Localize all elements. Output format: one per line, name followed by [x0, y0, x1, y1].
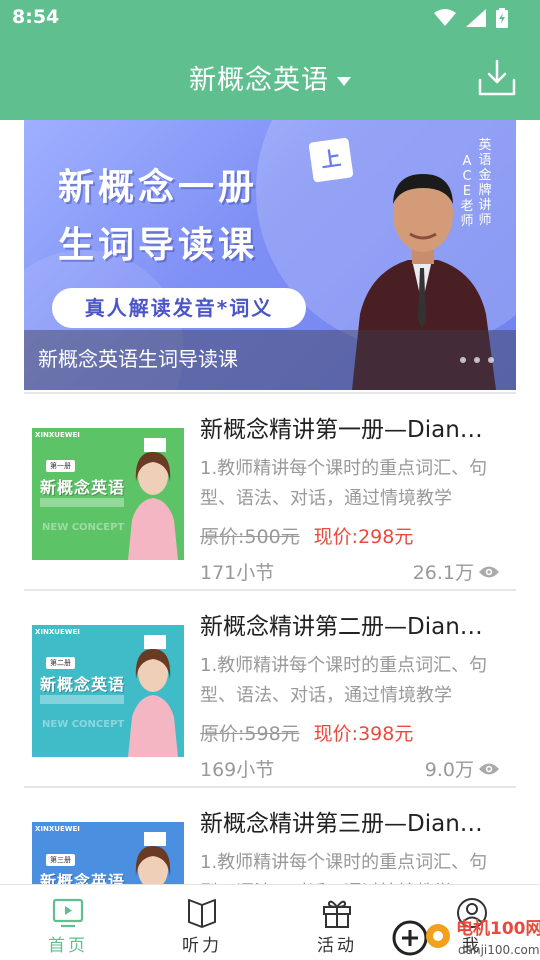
banner-subheadline: 生词导读课: [58, 225, 259, 266]
watermark-logo: 电机100网 danji100.com: [392, 918, 540, 957]
banner-carousel[interactable]: 新概念一册 生词导读课 上 真人解读发音*词义 英语金牌讲师 ACE老师 新概念…: [24, 120, 516, 390]
carousel-indicator: [460, 357, 494, 363]
thumb-subtitle-bar: [40, 695, 124, 704]
caret-down-icon: [337, 77, 351, 86]
course-description: 1.教师精讲每个课时的重点词汇、句型、语法、对话，通过情境教学: [200, 458, 488, 509]
course-title: 新概念精讲第三册—Diana老师: [200, 811, 496, 837]
tv-icon: [52, 898, 84, 928]
current-price: 现价:398元: [313, 723, 414, 745]
banner-pill: 真人解读发音*词义: [52, 288, 306, 328]
thumb-brand: XINXUEWEI: [35, 431, 80, 439]
download-icon[interactable]: [478, 58, 516, 98]
thumb-volume-chip: 第二册: [46, 657, 75, 669]
thumb-title: 新概念英语: [40, 675, 126, 694]
nav-label: 活动: [317, 936, 357, 956]
thumb-title: 新概念英语: [40, 478, 126, 497]
battery-icon: [496, 8, 508, 28]
teacher-photo: [128, 438, 178, 560]
title-dropdown[interactable]: 新概念英语: [0, 58, 540, 97]
course-prices: 原价:500元 现价:298元: [200, 522, 500, 552]
watermark-text: 电机100网: [456, 918, 540, 939]
gift-icon: [323, 900, 351, 928]
course-prices: 原价:598元 现价:398元: [200, 719, 500, 749]
system-icons: [434, 8, 508, 28]
status-time: 8:54: [12, 6, 60, 28]
view-count: 26.1万: [413, 558, 500, 585]
status-bar: 8:54: [0, 0, 540, 38]
course-thumbnail: XINXUEWEI 第二册 新概念英语 NEW CONCEPT: [32, 625, 184, 757]
nav-activity[interactable]: 活动: [287, 885, 387, 960]
eye-icon: [479, 763, 499, 774]
course-info: 新概念精讲第二册—Diana老师 1.教师精讲每个课时的重点词汇、句型、语法、对…: [200, 607, 500, 783]
course-meta: 171小节 26.1万: [200, 558, 500, 586]
course-meta: 169小节 9.0万: [200, 755, 500, 783]
thumb-volume-chip: 第三册: [46, 854, 75, 866]
nav-home[interactable]: 首页: [18, 885, 118, 960]
thumb-subtitle-bar: [40, 498, 124, 507]
course-title: 新概念精讲第二册—Diana老师: [200, 614, 496, 640]
current-price: 现价:298元: [313, 526, 414, 548]
course-list: XINXUEWEI 第一册 新概念英语 NEW CONCEPT 新概念精讲第一册…: [24, 392, 516, 960]
course-title: 新概念精讲第一册—Diana老师: [200, 417, 496, 443]
app-bar: 新概念英语: [0, 38, 540, 120]
original-price: 原价:500元: [200, 526, 300, 548]
banner-headline: 新概念一册: [58, 167, 259, 208]
thumb-brand: XINXUEWEI: [35, 628, 80, 636]
nav-label: 听力: [182, 936, 222, 956]
eye-icon: [479, 566, 499, 577]
lesson-count: 169小节: [200, 759, 275, 781]
course-card[interactable]: XINXUEWEI 第二册 新概念英语 NEW CONCEPT 新概念精讲第二册…: [24, 589, 516, 786]
wifi-icon: [434, 9, 456, 26]
view-count-value: 9.0万: [424, 759, 474, 781]
banner-caption: 新概念英语生词导读课: [38, 347, 238, 371]
page-title: 新概念英语: [189, 65, 329, 96]
book-icon: [188, 899, 216, 928]
view-count: 9.0万: [425, 755, 500, 782]
nav-listening[interactable]: 听力: [152, 885, 252, 960]
original-price: 原价:598元: [200, 723, 300, 745]
course-thumbnail: XINXUEWEI 第一册 新概念英语 NEW CONCEPT: [32, 428, 184, 560]
thumb-watermark: NEW CONCEPT: [42, 522, 125, 533]
thumb-watermark: NEW CONCEPT: [42, 719, 125, 730]
lesson-count: 171小节: [200, 562, 275, 584]
watermark-url: danji100.com: [458, 943, 540, 957]
course-info: 新概念精讲第一册—Diana老师 1.教师精讲每个课时的重点词汇、句型、语法、对…: [200, 410, 500, 586]
teacher-photo: [128, 635, 178, 757]
signal-icon: [466, 9, 486, 27]
course-description: 1.教师精讲每个课时的重点词汇、句型、语法、对话，通过情境教学: [200, 655, 488, 706]
thumb-volume-chip: 第一册: [46, 460, 75, 472]
view-count-value: 26.1万: [412, 562, 474, 584]
course-card[interactable]: XINXUEWEI 第一册 新概念英语 NEW CONCEPT 新概念精讲第一册…: [24, 392, 516, 589]
nav-label: 首页: [48, 936, 88, 956]
thumb-brand: XINXUEWEI: [35, 825, 80, 833]
